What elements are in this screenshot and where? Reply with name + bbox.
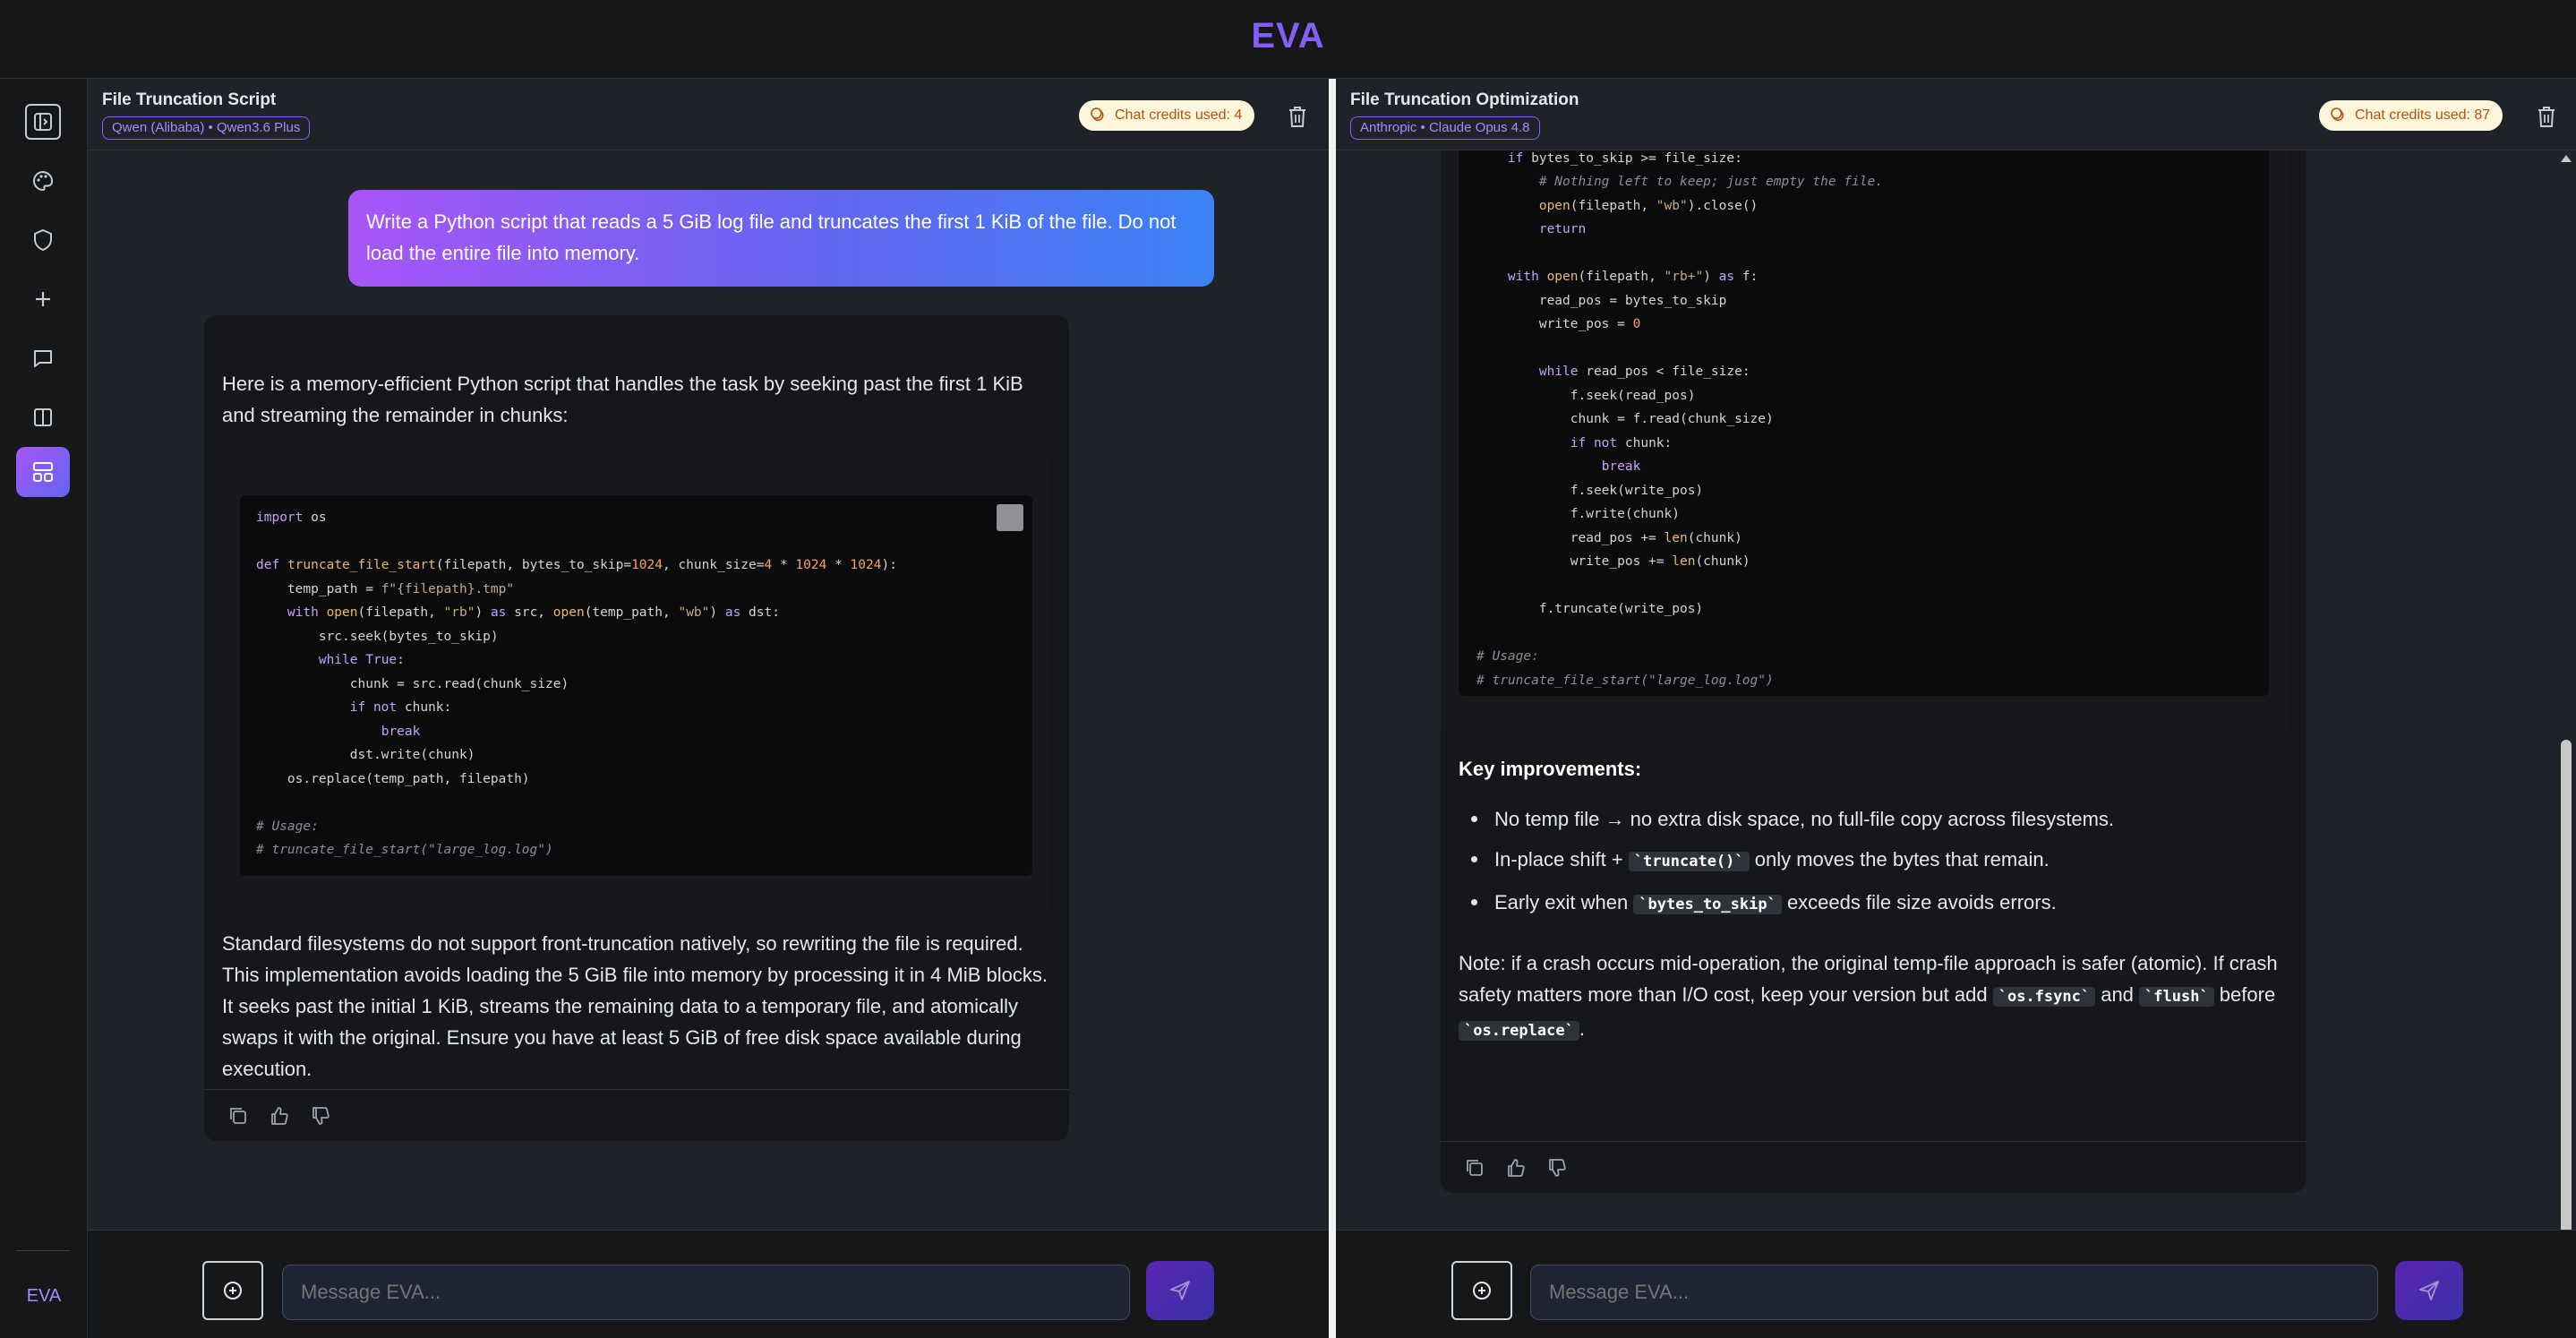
copy-icon[interactable] (227, 1105, 249, 1127)
trash-icon[interactable] (1286, 104, 1309, 129)
code-content: def truncate_file_start(filepath, bytes_… (1476, 80, 2118, 688)
add-circle-icon (224, 1282, 242, 1299)
shield-icon (34, 228, 52, 252)
coins-icon (1091, 107, 1104, 121)
assistant-outro: Standard filesystems do not support fron… (222, 932, 1048, 1080)
dashboard-icon (33, 462, 53, 482)
code-block: import os def truncate_file_start(filepa… (240, 495, 1032, 876)
code-block-frame: import os def truncate_file_start(filepa… (222, 459, 1050, 912)
attach-button[interactable] (1451, 1261, 1512, 1320)
thumbs-down-icon[interactable] (310, 1105, 331, 1127)
credits-text: Chat credits used: 4 (1115, 107, 1243, 123)
code-block: def truncate_file_start(filepath, bytes_… (1459, 79, 2269, 696)
chat-title: File Truncation Optimization (1350, 90, 1579, 109)
rail-chats[interactable] (16, 333, 70, 383)
rail-footer-label[interactable]: EVA (0, 1286, 88, 1307)
send-icon (2419, 1281, 2439, 1300)
left-rail: EVA (0, 79, 88, 1338)
scrollbar[interactable] (2556, 150, 2576, 1298)
credits-text: Chat credits used: 87 (2355, 107, 2491, 123)
inline-code: `truncate()` (1628, 852, 1750, 871)
thumbs-up-icon[interactable] (1505, 1157, 1527, 1179)
chat-icon (34, 350, 52, 367)
right-input-bar (1336, 1230, 2576, 1338)
list-item: In-place shift + `truncate()` only moves… (1459, 839, 2282, 882)
top-bar: EVA (0, 0, 2576, 79)
copy-code-button[interactable] (997, 504, 1023, 531)
scrollbar-thumb[interactable] (2561, 740, 2572, 1274)
copy-icon[interactable] (1464, 1157, 1485, 1179)
model-badge[interactable]: Qwen (Alibaba) • Qwen3.6 Plus (102, 116, 311, 140)
key-improvements-heading: Key improvements: (1459, 758, 1642, 780)
send-icon (1170, 1281, 1190, 1300)
send-button[interactable] (2395, 1261, 2463, 1320)
plus-icon (36, 292, 50, 306)
code-block-frame: def truncate_file_start(filepath, bytes_… (1441, 79, 2288, 733)
assistant-intro: Here is a memory-efficient Python script… (222, 373, 1023, 426)
user-message: Write a Python script that reads a 5 GiB… (348, 190, 1214, 287)
add-circle-icon (1473, 1282, 1491, 1299)
rail-new-chat[interactable] (16, 274, 70, 324)
left-pane-header: File Truncation Script Qwen (Alibaba) • … (88, 79, 1329, 150)
inline-code: `bytes_to_skip` (1633, 895, 1782, 914)
pane-divider[interactable] (1329, 79, 1336, 1338)
coins-icon (2331, 107, 2344, 121)
thumbs-down-icon[interactable] (1546, 1157, 1568, 1179)
inline-code: `os.fsync` (1992, 987, 2096, 1007)
assistant-note: Note: if a crash occurs mid-operation, t… (1459, 952, 2278, 1041)
right-chat-pane: def truncate_file_start(filepath, bytes_… (1336, 79, 2576, 1338)
rail-sidebar-toggle[interactable] (16, 97, 70, 147)
improvements-list: No temp file → no extra disk space, no f… (1459, 799, 2282, 925)
assistant-message: Here is a memory-efficient Python script… (204, 315, 1069, 1141)
sidebar-toggle-icon (25, 104, 61, 140)
scroll-up-icon[interactable] (2560, 154, 2572, 163)
rail-palette[interactable] (16, 156, 70, 206)
chat-title: File Truncation Script (102, 90, 277, 109)
list-item: No temp file → no extra disk space, no f… (1459, 799, 2282, 839)
message-input[interactable] (1530, 1265, 2378, 1320)
credits-badge: Chat credits used: 87 (2319, 100, 2503, 131)
inline-code: `os.replace` (1459, 1021, 1579, 1041)
message-actions (204, 1089, 1069, 1141)
trash-icon[interactable] (2535, 104, 2558, 129)
send-button[interactable] (1146, 1261, 1214, 1320)
right-pane-header: File Truncation Optimization Anthropic •… (1336, 79, 2576, 150)
rail-divider (16, 1250, 70, 1251)
attach-button[interactable] (202, 1261, 263, 1320)
palette-icon (33, 170, 54, 192)
thumbs-up-icon[interactable] (269, 1105, 290, 1127)
left-chat-pane: File Truncation Script Qwen (Alibaba) • … (88, 79, 1329, 1338)
left-input-bar (88, 1230, 1329, 1338)
rail-security[interactable] (16, 215, 70, 265)
list-item: Early exit when `bytes_to_skip` exceeds … (1459, 882, 2282, 925)
code-content: import os def truncate_file_start(filepa… (256, 510, 897, 857)
model-badge[interactable]: Anthropic • Claude Opus 4.8 (1350, 116, 1540, 140)
split-view-icon (34, 408, 52, 426)
credits-badge: Chat credits used: 4 (1079, 100, 1255, 131)
inline-code: `flush` (2139, 987, 2214, 1007)
assistant-message: def truncate_file_start(filepath, bytes_… (1441, 79, 2306, 1193)
message-actions (1441, 1141, 2306, 1193)
message-input[interactable] (282, 1265, 1130, 1320)
rail-split-view[interactable] (16, 392, 70, 442)
brand-logo: EVA (0, 16, 2576, 56)
rail-dashboard[interactable] (16, 447, 70, 497)
